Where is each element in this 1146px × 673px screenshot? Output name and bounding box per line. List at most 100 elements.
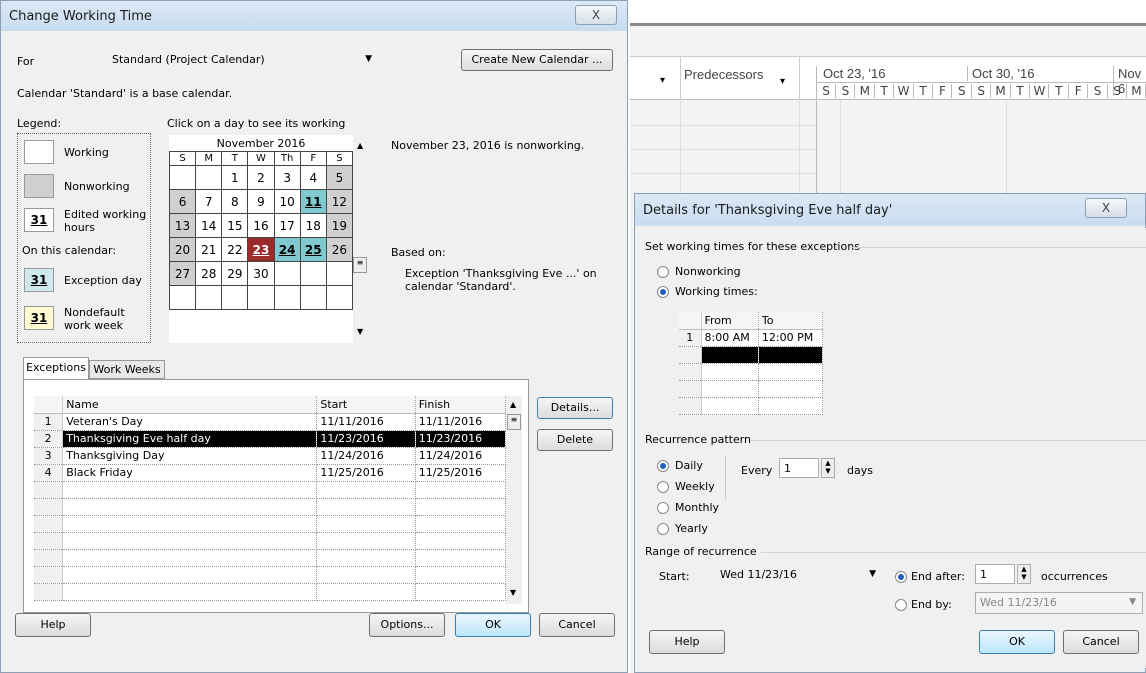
table-cell[interactable]: [62, 549, 318, 567]
create-new-calendar-button[interactable]: Create New Calendar ...: [461, 49, 613, 71]
table-cell[interactable]: [316, 532, 416, 550]
column-dropdown-icon[interactable]: ▾: [780, 76, 785, 87]
calendar-day[interactable]: [221, 285, 249, 310]
table-cell[interactable]: 11/24/2016: [415, 447, 507, 465]
calendar-day[interactable]: 9: [247, 189, 275, 214]
calendar-day[interactable]: 19: [325, 213, 354, 238]
table-row[interactable]: 1 8:00 AM 12:00 PM: [679, 329, 824, 347]
calendar-day[interactable]: 1: [221, 165, 249, 190]
scroll-thumb[interactable]: ≡: [353, 257, 367, 273]
table-cell[interactable]: [62, 532, 318, 550]
table-cell[interactable]: [415, 583, 507, 601]
calendar-day[interactable]: 5: [325, 165, 354, 190]
calendar-day[interactable]: [168, 285, 197, 310]
table-row[interactable]: 1 Veteran's Day 11/11/2016 11/11/2016: [34, 413, 507, 431]
table-scrollbar[interactable]: ▲ ≡ ▼: [506, 396, 522, 604]
table-cell[interactable]: 11/11/2016: [415, 413, 507, 431]
calendar-day[interactable]: [273, 261, 301, 286]
end-by-date-select[interactable]: Wed 11/23/16 ▼: [975, 592, 1143, 614]
calendar-day[interactable]: 12: [325, 189, 354, 214]
table-cell[interactable]: [316, 515, 416, 533]
end-by-radio[interactable]: [895, 599, 907, 611]
scroll-down-icon[interactable]: ▼: [357, 327, 363, 336]
table-row[interactable]: [679, 397, 824, 415]
end-after-input[interactable]: 1: [975, 564, 1015, 584]
calendar-day[interactable]: 27: [168, 261, 197, 286]
table-cell[interactable]: [62, 481, 318, 499]
table-cell[interactable]: Black Friday: [62, 464, 318, 482]
table-cell[interactable]: 11/25/2016: [316, 464, 416, 482]
cancel-button[interactable]: Cancel: [539, 613, 615, 637]
to-cell[interactable]: 12:00 PM: [758, 329, 824, 347]
nonworking-radio[interactable]: [657, 266, 669, 278]
details-button[interactable]: Details...: [537, 397, 613, 419]
table-row[interactable]: 4 Black Friday 11/25/2016 11/25/2016: [34, 464, 507, 482]
calendar-scrollbar[interactable]: ▲ ≡ ▼: [353, 135, 369, 343]
calendar-day[interactable]: [168, 165, 197, 190]
scroll-thumb[interactable]: ≡: [507, 414, 521, 430]
cancel-button[interactable]: Cancel: [1063, 630, 1139, 654]
table-cell[interactable]: Thanksgiving Day: [62, 447, 318, 465]
calendar-day[interactable]: 11: [299, 189, 327, 214]
calendar-day[interactable]: 30: [247, 261, 275, 286]
column-header[interactable]: Finish: [415, 396, 507, 414]
table-row[interactable]: [679, 380, 824, 398]
calendar-day[interactable]: 20: [168, 237, 197, 262]
calendar-day[interactable]: 4: [299, 165, 327, 190]
daily-radio[interactable]: [657, 460, 669, 472]
table-cell[interactable]: [316, 549, 416, 567]
table-row[interactable]: [679, 346, 824, 364]
from-cell[interactable]: 8:00 AM: [701, 329, 759, 347]
table-cell[interactable]: [316, 481, 416, 499]
table-cell[interactable]: 11/23/2016: [415, 430, 507, 448]
table-row[interactable]: [34, 498, 507, 516]
table-cell[interactable]: [415, 498, 507, 516]
working-times-radio[interactable]: [657, 286, 669, 298]
column-header[interactable]: Start: [316, 396, 416, 414]
tab-work-weeks[interactable]: Work Weeks: [89, 360, 165, 379]
table-row[interactable]: [34, 583, 507, 601]
calendar-day[interactable]: 26: [325, 237, 354, 262]
start-date-select[interactable]: Wed 11/23/16 ▼: [715, 564, 883, 586]
help-button[interactable]: Help: [649, 630, 725, 654]
table-cell[interactable]: [62, 498, 318, 516]
close-button[interactable]: X: [575, 5, 617, 25]
calendar-day[interactable]: [325, 285, 354, 310]
calendar-day[interactable]: 13: [168, 213, 197, 238]
table-cell[interactable]: [316, 498, 416, 516]
calendar-day[interactable]: 14: [195, 213, 223, 238]
calendar-day[interactable]: [299, 261, 327, 286]
table-cell[interactable]: 11/25/2016: [415, 464, 507, 482]
calendar-day[interactable]: 24: [273, 237, 301, 262]
table-cell[interactable]: 11/24/2016: [316, 447, 416, 465]
predecessors-header[interactable]: Predecessors: [684, 67, 763, 82]
table-row[interactable]: [679, 363, 824, 381]
close-button[interactable]: X: [1085, 198, 1127, 218]
table-cell[interactable]: [62, 583, 318, 601]
dropdown-arrow-icon[interactable]: ▾: [660, 75, 665, 86]
table-cell[interactable]: [415, 481, 507, 499]
table-row[interactable]: 2 Thanksgiving Eve half day 11/23/2016 11/2…: [34, 430, 507, 448]
weekly-radio[interactable]: [657, 481, 669, 493]
ok-button[interactable]: OK: [455, 613, 531, 637]
calendar-day[interactable]: 18: [299, 213, 327, 238]
calendar-day[interactable]: 7: [195, 189, 223, 214]
calendar-day[interactable]: 21: [195, 237, 223, 262]
table-cell[interactable]: [62, 515, 318, 533]
options-button[interactable]: Options...: [369, 613, 445, 637]
calendar-day[interactable]: 16: [247, 213, 275, 238]
table-cell[interactable]: [415, 532, 507, 550]
table-row[interactable]: [34, 481, 507, 499]
table-cell[interactable]: [415, 549, 507, 567]
delete-button[interactable]: Delete: [537, 429, 613, 451]
calendar-day[interactable]: [273, 285, 301, 310]
calendar-day[interactable]: 3: [273, 165, 301, 190]
table-cell[interactable]: [316, 583, 416, 601]
yearly-radio[interactable]: [657, 523, 669, 535]
ok-button[interactable]: OK: [979, 630, 1055, 654]
calendar-day[interactable]: 29: [221, 261, 249, 286]
scroll-up-icon[interactable]: ▲: [510, 400, 516, 409]
table-cell[interactable]: Thanksgiving Eve half day: [62, 430, 318, 448]
calendar-day[interactable]: 28: [195, 261, 223, 286]
table-cell[interactable]: Veteran's Day: [62, 413, 318, 431]
